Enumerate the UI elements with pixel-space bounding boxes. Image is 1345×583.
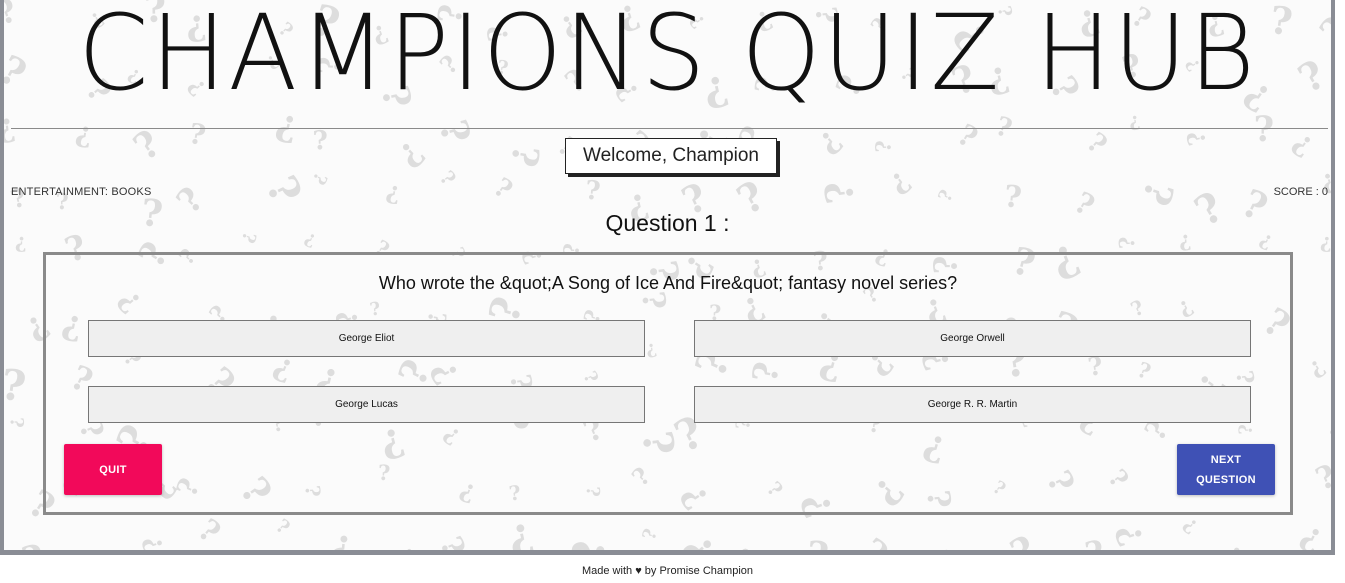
question-mark-decoration: ? bbox=[852, 529, 897, 550]
question-mark-decoration: ? bbox=[501, 142, 547, 170]
question-mark-decoration: ? bbox=[328, 526, 355, 550]
question-mark-decoration: ? bbox=[383, 178, 403, 210]
question-mark-decoration: ? bbox=[638, 526, 662, 543]
welcome-banner: Welcome, Champion bbox=[565, 138, 777, 174]
question-mark-decoration: ? bbox=[927, 542, 954, 550]
page-frame: ¿? ¿?? ¿?? ¿???????? ¿?????? ¿ ¿?? ¿???? ¿?? ¿ ¿??… bbox=[0, 0, 1335, 555]
question-number: Question 1 : bbox=[605, 210, 730, 236]
question-mark-decoration: ? bbox=[1108, 519, 1153, 550]
question-mark-decoration: ? bbox=[390, 133, 433, 176]
question-mark-decoration: ¿ bbox=[4, 0, 24, 38]
question-mark-decoration: ? bbox=[562, 534, 616, 550]
footer: Made with ♥ by Promise Champion bbox=[0, 565, 1335, 577]
question-mark-decoration: ? bbox=[883, 164, 918, 202]
question-mark-decoration: ? bbox=[504, 513, 539, 550]
question-mark-decoration: ? bbox=[191, 512, 228, 550]
question-mark-decoration: ? bbox=[185, 116, 209, 152]
answer-button[interactable]: George Lucas bbox=[88, 386, 645, 423]
score-label: SCORE : 0 bbox=[1273, 186, 1328, 198]
question-mark-decoration: ¿ bbox=[73, 114, 96, 150]
answer-button[interactable]: George Orwell bbox=[694, 320, 1251, 357]
question-mark-decoration: ¿ bbox=[1302, 351, 1330, 382]
question-mark-decoration: ? bbox=[1225, 540, 1263, 550]
question-mark-decoration: ? bbox=[1310, 457, 1331, 499]
question-mark-decoration: ¿ bbox=[935, 187, 960, 206]
question-mark-decoration: ? bbox=[136, 531, 171, 550]
question-mark-decoration: ? bbox=[870, 139, 896, 153]
question-mark-decoration: ? bbox=[727, 536, 780, 550]
question-mark-decoration: ? bbox=[5, 417, 27, 429]
question-text: Who wrote the &quot;A Song of Ice And Fi… bbox=[378, 273, 958, 293]
question-mark-decoration: ? bbox=[1293, 517, 1329, 550]
question-mark-decoration: ? bbox=[1330, 298, 1331, 329]
footer-author: by Promise Champion bbox=[644, 565, 753, 577]
question-mark-decoration: ¿ bbox=[1117, 235, 1144, 249]
question-mark-decoration: ? bbox=[389, 541, 418, 550]
question-mark-decoration: ? bbox=[671, 525, 725, 550]
question-mark-decoration: ¿ bbox=[312, 127, 330, 159]
question-mark-decoration: ? bbox=[815, 178, 863, 207]
answer-button[interactable]: George Eliot bbox=[88, 320, 645, 357]
heart-icon: ♥ bbox=[635, 565, 642, 577]
question-mark-decoration: ? bbox=[307, 168, 331, 188]
question-mark-decoration: ¿ bbox=[1184, 127, 1216, 148]
question-mark-decoration: ? bbox=[434, 166, 461, 191]
question-mark-decoration: ? bbox=[271, 514, 295, 539]
question-mark-decoration: ¿ bbox=[250, 171, 306, 215]
question-mark-decoration: ? bbox=[1323, 425, 1331, 443]
question-mark-decoration: ? bbox=[951, 117, 984, 156]
question-mark-decoration: ¿ bbox=[583, 177, 602, 209]
footer-made-with: Made with bbox=[581, 565, 633, 577]
question-mark-decoration: ? bbox=[1003, 527, 1042, 550]
question-mark-decoration: ? bbox=[487, 172, 518, 206]
question-mark-decoration: ? bbox=[61, 540, 89, 550]
question-mark-decoration: ? bbox=[1133, 175, 1184, 211]
next-question-button[interactable]: NEXT QUESTION bbox=[1177, 444, 1275, 495]
site-title: CHAMPIONS QUIZ HUB bbox=[78, 0, 1257, 114]
question-mark-decoration: ¿ bbox=[1078, 129, 1112, 163]
quiz-card: Who wrote the &quot;A Song of Ice And Fi… bbox=[43, 252, 1293, 515]
question-mark-decoration: ? bbox=[1177, 512, 1202, 539]
quit-button[interactable]: QUIT bbox=[64, 444, 162, 495]
category-label: ENTERTAINMENT: BOOKS bbox=[11, 186, 152, 198]
question-mark-decoration: ? bbox=[1311, 8, 1331, 53]
question-mark-decoration: ? bbox=[432, 532, 472, 550]
question-mark-decoration: ? bbox=[4, 359, 30, 412]
question-mark-decoration: ? bbox=[430, 114, 481, 148]
question-mark-decoration: ? bbox=[18, 535, 48, 550]
question-mark-decoration: ? bbox=[4, 110, 19, 150]
question-mark-decoration: ? bbox=[805, 533, 830, 550]
title-divider bbox=[11, 128, 1328, 129]
question-mark-decoration: ? bbox=[1082, 533, 1106, 550]
question-mark-decoration: ? bbox=[1253, 108, 1275, 150]
answer-button[interactable]: George R. R. Martin bbox=[694, 386, 1251, 423]
